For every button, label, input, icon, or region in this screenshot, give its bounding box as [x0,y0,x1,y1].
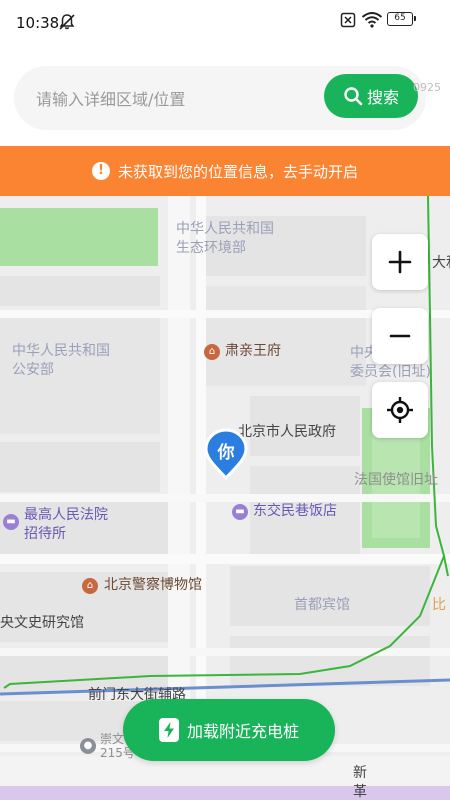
map-label-bj-gov[interactable]: 北京市人民政府 [238,423,336,442]
map-label-xinge: 新革 [353,765,367,800]
minus-icon [389,334,411,338]
map-label-police-museum[interactable]: 北京警察博物馆 [104,576,202,595]
map-label-public-security: 中华人民共和国 公安部 [12,343,110,378]
map-label-eco-ministry: 中华人民共和国 生态环境部 [176,221,274,256]
museum-icon: ⌂ [82,578,98,594]
user-location-marker[interactable]: 你 [204,428,248,481]
map-label-supreme-court[interactable]: 最高人民法院 招待所 [24,506,108,544]
banner-text: 未获取到您的位置信息，去手动开启 [117,162,358,181]
map-label-culture-institute[interactable]: 央文史研究馆 [0,614,84,633]
load-nearby-chargers-button[interactable]: 加载附近充电桩 [123,699,335,761]
zoom-in-button[interactable] [372,234,428,290]
crosshair-icon [387,397,413,423]
map-label-dami: 大和 [432,255,450,271]
bell-muted-icon [59,14,75,30]
map-label-bi: 比 [432,597,446,613]
status-bar: 10:38 65 [0,0,450,46]
hotel-icon: ▬ [232,504,248,520]
map-label-suqin-palace[interactable]: 肃亲王府 [225,342,281,361]
search-button-label: 搜索 [366,88,399,107]
status-time: 10:38 [16,14,60,32]
load-button-label: 加载附近充电桩 [186,722,299,741]
wifi-icon [361,12,383,28]
map-label-dongjiao-hotel[interactable]: 东交民巷饭店 [253,502,337,521]
search-suffix: 0925 [413,81,441,94]
plus-icon [388,250,412,274]
location-warning-banner[interactable]: ! 未获取到您的位置信息，去手动开启 [0,146,450,196]
search-icon [344,87,363,106]
search-input[interactable] [34,66,318,132]
hotel-icon: ▬ [3,514,19,530]
search-box: 搜索 [14,66,426,132]
lightning-icon [158,718,179,742]
alert-icon: ! [91,162,110,180]
locate-me-button[interactable] [372,382,428,438]
no-sim-icon [340,12,356,28]
map-label-capital-hotel[interactable]: 首都宾馆 [294,596,350,615]
search-button[interactable]: 搜索 [324,74,418,118]
landmark-icon: ⌂ [204,344,220,360]
map-label-french-embassy[interactable]: 法国使馆旧址 [354,471,438,490]
zoom-out-button[interactable] [372,308,428,364]
search-area: 搜索 0925 [0,46,450,146]
place-icon: ● [80,738,96,754]
battery-icon: 65 [387,12,416,26]
user-marker-label: 你 [217,443,235,463]
